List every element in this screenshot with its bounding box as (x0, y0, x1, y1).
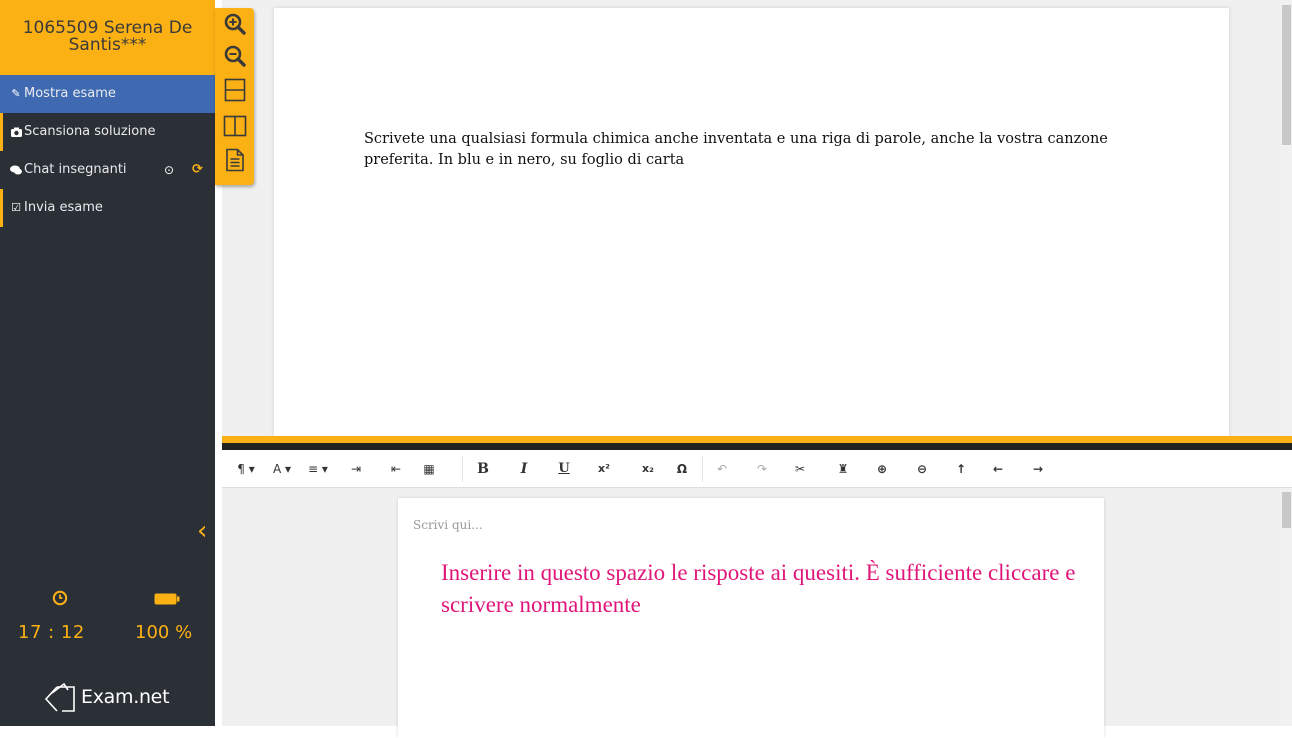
answer-editor[interactable]: Scrivi qui... Inserire in questo spazio … (398, 498, 1104, 738)
time-remaining: 17 : 12 (18, 622, 85, 643)
check-square-icon: ☑ (11, 201, 21, 214)
align-button[interactable]: ≡ ▾ (304, 450, 332, 488)
logo-text: Exam.net (81, 686, 170, 708)
edit-icon: ✎ (11, 87, 21, 100)
collapse-sidebar-icon[interactable]: ‹ (197, 518, 207, 544)
answer-editor-area: Scrivi qui... Inserire in questo spazio … (222, 488, 1292, 738)
pane-splitter[interactable] (222, 436, 1292, 443)
zoom-in-button[interactable]: ⊕ (872, 450, 892, 488)
student-name: 1065509 Serena De Santis*** (0, 0, 215, 75)
nav-item-invia-esame[interactable]: ☑ Invia esame (0, 189, 215, 227)
italic-button[interactable]: I (514, 450, 534, 488)
redo-button[interactable]: ↷ (752, 450, 772, 488)
exam-view: Scrivete una qualsiasi formula chimica a… (222, 0, 1292, 436)
exam-question: Scrivete una qualsiasi formula chimica a… (364, 131, 1108, 168)
pane-splitter-edge (222, 443, 1292, 450)
editor-placeholder: Scrivi qui... (413, 518, 483, 532)
scrollbar-thumb[interactable] (1282, 5, 1291, 145)
scrollbar[interactable] (1280, 488, 1292, 726)
split-vertical-icon[interactable] (223, 114, 247, 138)
special-characters-button[interactable]: Ω (672, 450, 692, 488)
view-toolbar (215, 8, 254, 185)
plugin-button[interactable]: ♜ (833, 450, 853, 488)
editor-instruction: Inserire in questo spazio le risposte ai… (441, 560, 1076, 617)
scrollbar[interactable] (1280, 0, 1292, 436)
sync-icon[interactable]: ⟳ (192, 151, 203, 189)
battery-icon (154, 593, 180, 605)
battery-level: 100 % (135, 622, 193, 643)
editor-toolbar: ¶ ▾ A ▾ ≡ ▾ ⇥ ⇤ ▦ B I U x² x₂ Ω ↶ ↷ ✂ ♜ … (222, 450, 1292, 488)
arrow-right-button[interactable]: → (1028, 450, 1048, 488)
toolbar-divider (462, 456, 463, 482)
split-horizontal-icon[interactable] (223, 78, 247, 102)
nav-item-label: Scansiona soluzione (24, 124, 156, 139)
superscript-button[interactable]: x² (592, 450, 616, 488)
exam-paper: Scrivete una qualsiasi formula chimica a… (274, 8, 1229, 436)
zoom-out-icon[interactable] (223, 44, 247, 68)
nav-item-chat-insegnanti[interactable]: Chat insegnanti ⊙ ⟳ (0, 151, 215, 189)
nav-item-label: Invia esame (24, 200, 103, 215)
subscript-button[interactable]: x₂ (636, 450, 660, 488)
cut-button[interactable]: ✂ (790, 450, 810, 488)
zoom-in-icon[interactable] (223, 12, 247, 36)
nav-item-scansiona-soluzione[interactable]: Scansiona soluzione (0, 113, 215, 151)
nav-item-label: Mostra esame (24, 86, 116, 101)
outdent-button[interactable]: ⇤ (386, 450, 406, 488)
arrow-up-button[interactable]: ↑ (951, 450, 971, 488)
zoom-out-button[interactable]: ⊖ (912, 450, 932, 488)
scrollbar-thumb[interactable] (1282, 492, 1291, 528)
document-icon[interactable] (223, 148, 247, 172)
sidebar: 1065509 Serena De Santis*** ✎ Mostra esa… (0, 0, 215, 726)
camera-icon (10, 113, 22, 151)
toolbar-divider (702, 456, 703, 482)
nav-item-label: Chat insegnanti (24, 162, 127, 177)
clock-icon (52, 590, 68, 606)
table-button[interactable]: ▦ (419, 450, 439, 488)
nav-item-mostra-esame[interactable]: ✎ Mostra esame (0, 75, 215, 113)
bold-button[interactable]: B (473, 450, 493, 488)
eye-icon[interactable]: ⊙ (164, 151, 174, 189)
undo-button[interactable]: ↶ (712, 450, 732, 488)
indent-button[interactable]: ⇥ (346, 450, 366, 488)
arrow-left-button[interactable]: ← (988, 450, 1008, 488)
chat-icon (10, 151, 22, 189)
font-button[interactable]: A ▾ (268, 450, 296, 488)
paragraph-format-button[interactable]: ¶ ▾ (232, 450, 260, 488)
underline-button[interactable]: U (554, 450, 574, 488)
